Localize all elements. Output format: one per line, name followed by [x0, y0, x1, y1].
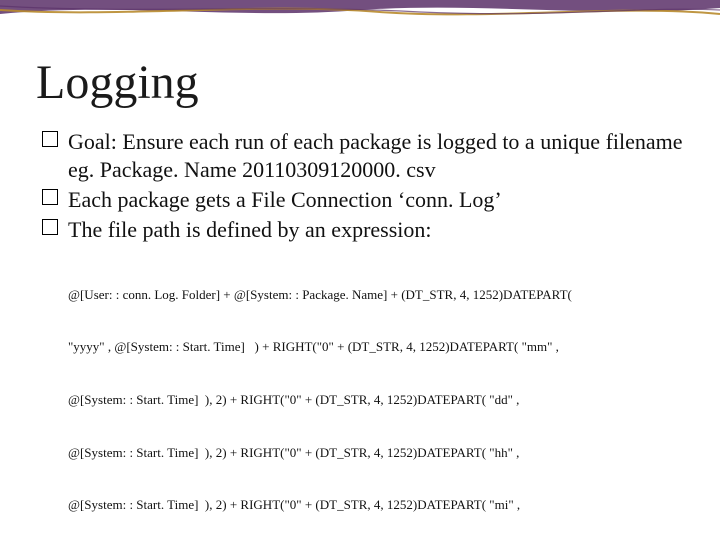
bullet-list: Goal: Ensure each run of each package is… [42, 128, 684, 245]
bullet-text: Goal: Ensure each run of each package is… [68, 129, 683, 182]
bullet-text: Each package gets a File Connection ‘con… [68, 187, 502, 212]
code-line: @[System: : Start. Time] ), 2) + RIGHT("… [68, 444, 684, 462]
code-line: "yyyy" , @[System: : Start. Time] ) + RI… [68, 338, 684, 356]
bullet-item: Goal: Ensure each run of each package is… [42, 128, 684, 184]
bullet-item: Each package gets a File Connection ‘con… [42, 186, 684, 214]
square-bullet-icon [42, 189, 58, 205]
code-line: @[User: : conn. Log. Folder] + @[System:… [68, 286, 684, 304]
bullet-text: The file path is defined by an expressio… [68, 217, 432, 242]
code-line: @[System: : Start. Time] ), 2) + RIGHT("… [68, 496, 684, 514]
code-line: @[System: : Start. Time] ), 2) + RIGHT("… [68, 391, 684, 409]
slide-title: Logging [36, 55, 684, 110]
expression-code: @[User: : conn. Log. Folder] + @[System:… [68, 251, 684, 540]
bullet-item: The file path is defined by an expressio… [42, 216, 684, 244]
square-bullet-icon [42, 219, 58, 235]
slide-body: Logging Goal: Ensure each run of each pa… [0, 0, 720, 540]
square-bullet-icon [42, 131, 58, 147]
